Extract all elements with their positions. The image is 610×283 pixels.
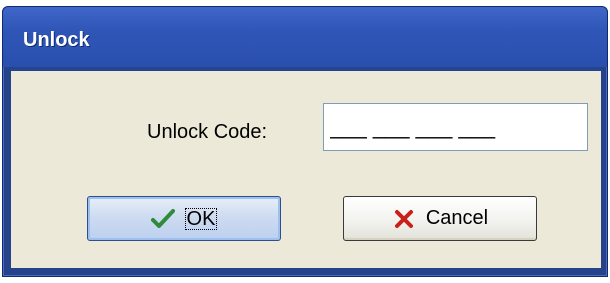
dialog-title: Unlock <box>23 29 90 51</box>
cancel-button[interactable]: Cancel <box>343 196 537 241</box>
ok-button[interactable]: OK <box>87 196 281 241</box>
unlock-dialog: Unlock Unlock Code: OK Canc <box>0 0 610 283</box>
dialog-window-frame: Unlock Unlock Code: OK Canc <box>2 6 608 277</box>
checkmark-icon <box>150 207 175 231</box>
x-icon <box>392 207 416 231</box>
title-bar[interactable]: Unlock <box>3 7 607 67</box>
ok-button-label: OK <box>184 207 218 230</box>
dialog-content: Unlock Code: OK Cancel <box>11 71 601 268</box>
unlock-code-input[interactable] <box>323 103 588 151</box>
cancel-button-label: Cancel <box>425 207 489 229</box>
unlock-code-label: Unlock Code: <box>147 121 268 143</box>
